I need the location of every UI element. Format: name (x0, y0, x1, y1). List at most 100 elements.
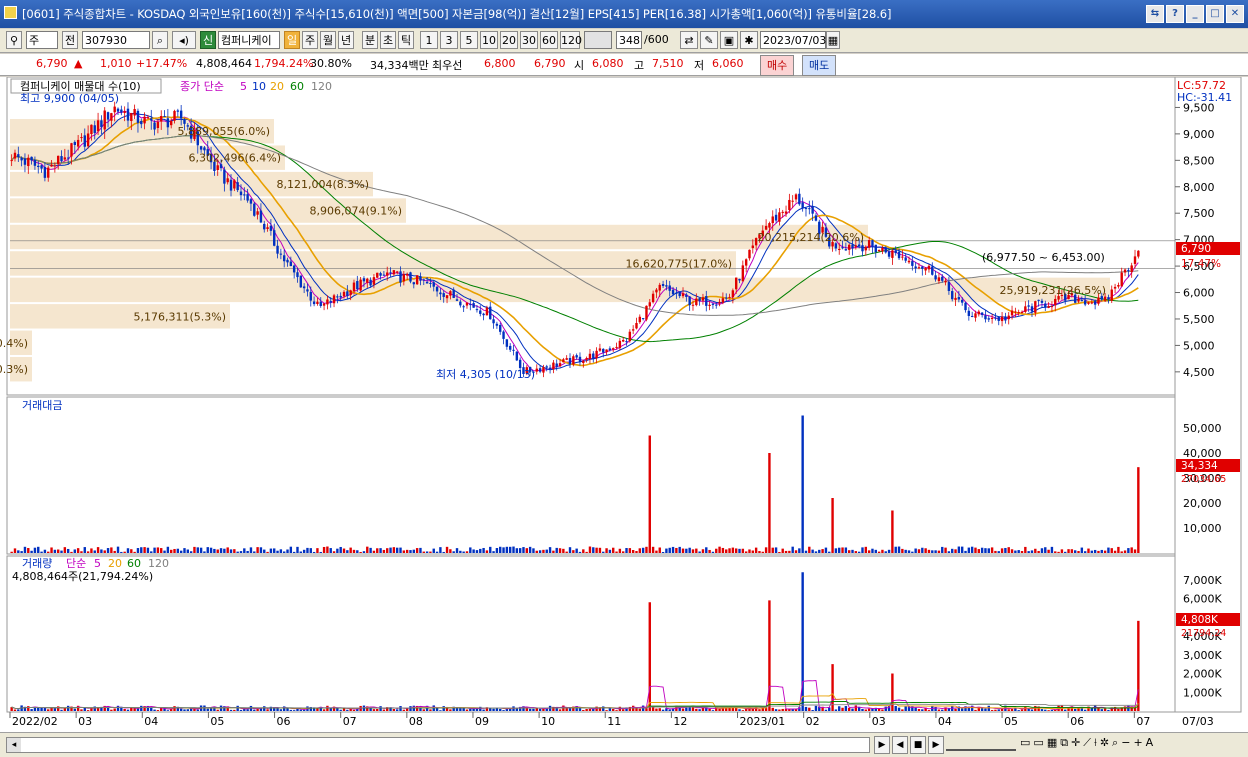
candle-body (1117, 285, 1120, 287)
fast-forward-icon[interactable]: ▶ (928, 736, 944, 754)
amount-bar (711, 551, 715, 553)
amount-bar (1087, 548, 1090, 553)
period-year-tab[interactable]: 년 (338, 31, 354, 49)
tools-icon[interactable]: ✎ (700, 31, 718, 49)
candle-body (901, 256, 904, 258)
volume-panel[interactable] (6, 555, 1176, 713)
link-icon[interactable]: ⇆ (1146, 5, 1164, 23)
volume-bar (116, 705, 120, 711)
period-minute-tab[interactable]: 분 (362, 31, 378, 49)
chart-type-icon[interactable]: ⇄ (680, 31, 698, 49)
amount-bar (93, 550, 96, 553)
minute-120-button[interactable]: 120 (560, 31, 582, 49)
horizontal-scrollbar[interactable]: ◂ (6, 737, 870, 753)
stop-icon[interactable]: ■ (910, 736, 926, 754)
custom-interval-select[interactable] (584, 31, 612, 49)
copy-icon[interactable]: ⧉ (1060, 736, 1068, 750)
stock-code-input[interactable]: 307930 (82, 31, 150, 49)
amount-bar (977, 549, 981, 553)
close-button[interactable]: ✕ (1226, 5, 1244, 23)
grid-icon[interactable]: ▦ (1047, 736, 1057, 750)
candle-body (841, 247, 844, 249)
help-icon[interactable]: ? (1166, 5, 1184, 23)
amount-bar (336, 548, 339, 553)
window-title: [0601] 주식종합차트 - KOSDAQ 외국인보유[160(천)] 주식수… (22, 7, 892, 21)
best-ask-label: 최우선 (432, 59, 463, 72)
candle-body (884, 247, 887, 253)
candle-body (854, 245, 858, 247)
amount-bar (153, 547, 156, 553)
buy-button[interactable]: 매수 (760, 55, 795, 76)
vol-ma5-legend: 5 (94, 557, 101, 570)
search-icon[interactable]: ⌕ (152, 31, 168, 49)
minute-60-button[interactable]: 60 (540, 31, 558, 49)
candle-body (43, 167, 47, 178)
amount-bar (592, 547, 595, 553)
new-badge[interactable]: 신 (200, 31, 216, 49)
step-back-icon[interactable]: ◀ (892, 736, 908, 754)
amount-bar (751, 550, 755, 553)
amount-panel[interactable] (6, 396, 1176, 555)
candle-body (505, 339, 509, 347)
period-week-tab[interactable]: 주 (302, 31, 318, 49)
play-icon[interactable]: ▶ (874, 736, 890, 754)
prev-button[interactable]: 전 (62, 31, 78, 49)
amount-bar (459, 550, 462, 553)
period-month-tab[interactable]: 월 (320, 31, 336, 49)
text-tool-icon[interactable]: ⟊ (1094, 736, 1097, 750)
minute-5-button[interactable]: 5 (460, 31, 478, 49)
volume-bar (1107, 709, 1110, 711)
volume-bar (33, 707, 37, 711)
amount-bar (409, 550, 412, 553)
amount-bar (302, 549, 306, 553)
layout-icon[interactable]: ▭ (1020, 736, 1030, 750)
minute-1-button[interactable]: 1 (420, 31, 438, 49)
minute-20-button[interactable]: 20 (500, 31, 518, 49)
amount-bar (921, 547, 924, 553)
zoom-icon[interactable]: ⌕ (1112, 736, 1118, 750)
zoom-slider[interactable] (946, 739, 1016, 751)
minute-10-button[interactable]: 10 (480, 31, 498, 49)
candle-body (316, 301, 319, 304)
settings-icon[interactable]: ✱ (740, 31, 758, 49)
type-select[interactable]: 주 (26, 31, 58, 49)
period-second-tab[interactable]: 초 (380, 31, 396, 49)
amount-bar (861, 547, 864, 553)
amount-bar (13, 548, 17, 553)
minimize-button[interactable]: _ (1186, 5, 1204, 23)
period-tick-tab[interactable]: 틱 (398, 31, 414, 49)
amount-bar (602, 551, 605, 553)
lock-icon[interactable]: ⚲ (6, 31, 22, 49)
amount-bar (615, 551, 618, 553)
count-input[interactable]: 348 (616, 31, 642, 49)
candle-body (980, 312, 984, 315)
gear-icon[interactable]: ✲ (1100, 736, 1109, 750)
font-size-icon[interactable]: A (1146, 736, 1154, 750)
crosshair-icon[interactable]: ✛ (1071, 736, 1080, 750)
amount-bar (1090, 550, 1094, 553)
scroll-left-icon[interactable]: ◂ (7, 738, 21, 752)
minute-3-button[interactable]: 3 (440, 31, 458, 49)
maximize-button[interactable]: □ (1206, 5, 1224, 23)
amount-bar (113, 550, 116, 553)
period-day-tab[interactable]: 일 (284, 31, 300, 49)
candle-body (990, 317, 994, 319)
sell-button[interactable]: 매도 (802, 55, 837, 76)
volume-bar (568, 707, 572, 711)
zoom-in-icon[interactable]: + (1133, 736, 1142, 750)
save-icon[interactable]: ▣ (720, 31, 738, 49)
split-icon[interactable]: ▭ (1033, 736, 1043, 750)
amount-bar (1070, 549, 1074, 553)
trend-icon[interactable]: ⟋ (1083, 736, 1091, 750)
date-input[interactable]: 2023/07/03 (760, 31, 826, 49)
speaker-icon[interactable]: ◂) (172, 31, 196, 49)
amount-bar (1083, 551, 1087, 553)
candle-body (671, 289, 675, 295)
candle-body (389, 272, 392, 274)
volume-bar (954, 708, 957, 711)
stock-chart[interactable]: 9,5009,0008,5008,0007,5007,0006,5006,000… (0, 76, 1248, 732)
zoom-out-icon[interactable]: − (1121, 736, 1130, 750)
chart-area[interactable]: 9,500 9,000 8,500 8,000 7,500 7,000 6,500 6,000… (0, 76, 1248, 732)
minute-30-button[interactable]: 30 (520, 31, 538, 49)
calendar-icon[interactable]: ▦ (826, 31, 840, 49)
